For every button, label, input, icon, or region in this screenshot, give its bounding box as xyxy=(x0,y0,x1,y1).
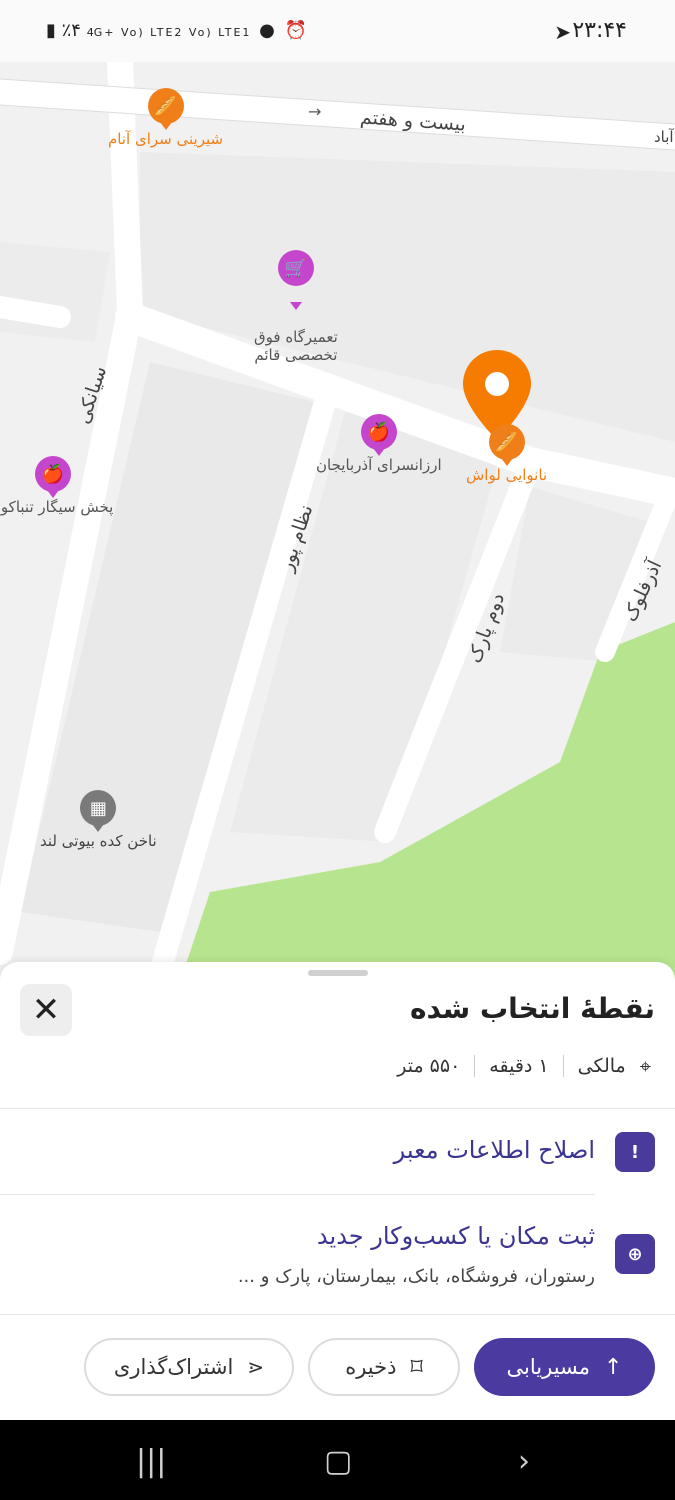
poi-arzansaraye-azarbaijan[interactable]: 🍎 ارزانسرای آذربایجان xyxy=(316,414,442,474)
recents-icon[interactable]: ||| xyxy=(136,1444,166,1479)
street-label-abad: آباد xyxy=(654,128,674,146)
duration: ۱ دقیقه xyxy=(489,1055,549,1077)
bottom-sheet: ✕ نقطهٔ انتخاب شده ⌖ مالکی ۱ دقیقه ۵۵۰ م… xyxy=(0,962,675,1420)
status-bar: ▮ ٪۴ 4G+ Vo) LTE2 Vo) LTE1 ● ⏰ ➤ ۲۳:۴۴ xyxy=(0,0,675,62)
shopping-basket-icon: 🛒 xyxy=(277,250,314,286)
route-label: مسیریابی xyxy=(506,1355,591,1379)
status-icons: ▮ ٪۴ 4G+ Vo) LTE2 Vo) LTE1 ● ⏰ xyxy=(46,20,309,41)
location-pin-icon: ⌖ xyxy=(639,1054,651,1078)
telegram-icon: ➤ xyxy=(554,20,571,44)
alert-icon: ! xyxy=(615,1132,655,1172)
sheet-title: نقطهٔ انتخاب شده xyxy=(409,992,655,1025)
poi-tamirgah-ghaem[interactable]: 🛒 تعمیرگاه فوق تخصصی قائم xyxy=(254,232,338,382)
poi-nakhon-kade[interactable]: ▦ ناخن کده بیوتی لند xyxy=(40,790,157,850)
poi-label: ارزانسرای آذربایجان xyxy=(316,456,442,474)
map-view[interactable]: → بیست و هفتم آباد سیانکی نظام پور دوم پ… xyxy=(0,62,675,982)
add-place-row[interactable]: ⊕ ثبت مکان یا کسب‌وکار جدید رستوران، فرو… xyxy=(0,1194,675,1314)
share-icon: ⋖ xyxy=(247,1355,265,1379)
bakery-icon: 🥖 xyxy=(488,424,525,460)
share-button[interactable]: ⋖ اشتراک‌گذاری xyxy=(84,1338,294,1396)
back-icon[interactable]: › xyxy=(518,1444,530,1479)
system-nav-bar: ||| ▢ › xyxy=(0,1420,675,1500)
poi-label: تعمیرگاه فوق تخصصی قائم xyxy=(254,328,338,364)
grocery-icon: 🍎 xyxy=(360,414,397,450)
status-time: ۲۳:۴۴ xyxy=(572,18,627,43)
distance: ۵۵۰ متر xyxy=(397,1055,461,1077)
arrow-up-icon: ↑ xyxy=(604,1354,623,1380)
poi-pakhsh-sigar[interactable]: 🍎 پخش سیگار تنباکو ا xyxy=(0,456,113,516)
divider xyxy=(0,1314,675,1315)
battery-icon: ▮ xyxy=(46,20,56,41)
share-label: اشتراک‌گذاری xyxy=(113,1355,234,1379)
route-button[interactable]: ↑ مسیریابی xyxy=(474,1338,655,1396)
save-label: ذخیره xyxy=(345,1355,397,1379)
add-location-icon: ⊕ xyxy=(615,1234,655,1274)
poi-label: شیرینی سرای آنام xyxy=(108,130,224,148)
direction-arrow-icon: → xyxy=(308,102,321,121)
add-place-label: ثبت مکان یا کسب‌وکار جدید xyxy=(316,1222,595,1250)
poi-label: نانوایی لواش xyxy=(466,466,548,484)
poi-label: پخش سیگار تنباکو ا xyxy=(0,498,114,516)
signal-icons: 4G+ Vo) LTE2 Vo) LTE1 xyxy=(86,26,252,39)
poi-shirini-saraye-anam[interactable]: 🥖 شیرینی سرای آنام xyxy=(108,88,223,148)
add-place-sub: رستوران، فروشگاه، بانک، بیمارستان، پارک … xyxy=(237,1266,595,1287)
location-name: مالکی xyxy=(577,1055,626,1077)
bakery-icon: 🥖 xyxy=(147,88,184,124)
poi-label: ناخن کده بیوتی لند xyxy=(40,832,157,850)
bookmark-icon: ⌑ xyxy=(410,1353,423,1381)
location-meta: ⌖ مالکی ۱ دقیقه ۵۵۰ متر xyxy=(397,1054,651,1078)
building-icon: ▦ xyxy=(80,790,117,826)
meta-divider xyxy=(562,1055,564,1077)
meta-divider xyxy=(474,1055,476,1077)
fix-info-row[interactable]: ! اصلاح اطلاعات معبر xyxy=(0,1108,675,1194)
close-button[interactable]: ✕ xyxy=(20,984,72,1036)
poi-nanvaei-lavash[interactable]: 🥖 نانوایی لواش xyxy=(466,424,547,484)
alarm-icon: ⏰ xyxy=(284,20,310,41)
sheet-drag-handle[interactable] xyxy=(308,970,368,976)
home-icon[interactable]: ▢ xyxy=(324,1444,352,1479)
fix-info-label: اصلاح اطلاعات معبر xyxy=(393,1136,595,1164)
battery-percent: ٪۴ xyxy=(61,20,81,41)
close-icon: ✕ xyxy=(31,990,61,1030)
grocery-icon: 🍎 xyxy=(34,456,71,492)
save-button[interactable]: ⌑ ذخیره xyxy=(308,1338,460,1396)
location-icon: ● xyxy=(259,20,277,41)
